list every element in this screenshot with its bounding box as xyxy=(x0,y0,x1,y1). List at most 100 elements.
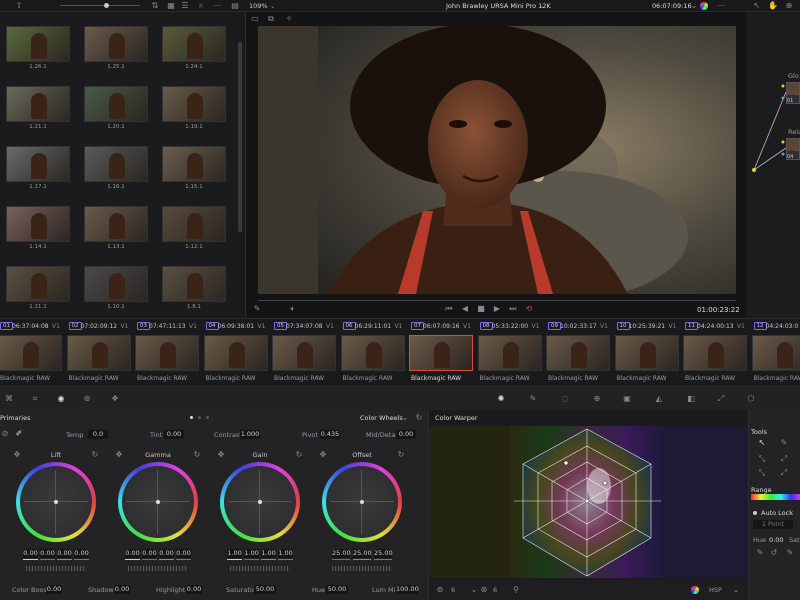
eyedropper-icon[interactable]: ✎ xyxy=(252,304,262,314)
master-wheel-slider[interactable] xyxy=(26,566,86,571)
wheel-value[interactable]: 25.00 xyxy=(374,549,393,558)
mode-dropdown-icon[interactable]: ⌄ xyxy=(731,585,741,595)
chroma-icon[interactable] xyxy=(691,586,699,594)
loop-icon[interactable]: ⟲ xyxy=(524,304,534,314)
wheel-picker-icon[interactable]: ✥ xyxy=(114,450,124,460)
wheel-reset-icon[interactable]: ↻ xyxy=(90,450,100,460)
zoom-dropdown-icon[interactable]: ⌄ xyxy=(270,2,275,10)
page-dot[interactable] xyxy=(206,416,209,419)
color-warper-icon[interactable]: ✺ xyxy=(496,394,506,404)
color-wheels-icon[interactable]: ◉ xyxy=(56,394,66,404)
expand-icon[interactable]: ⤡ xyxy=(757,454,767,464)
wheel-picker-icon[interactable]: ✥ xyxy=(12,450,22,460)
sidebar-toggle-icon[interactable]: ▤ xyxy=(230,1,240,11)
magic-mask-icon[interactable]: ▣ xyxy=(622,394,632,404)
tracker-icon[interactable]: ⊕ xyxy=(592,394,602,404)
wheel-reset-icon[interactable]: ↻ xyxy=(396,450,406,460)
timecode-dropdown-icon[interactable]: ⌄ xyxy=(689,1,699,11)
wheel-value[interactable]: 1.00 xyxy=(244,549,259,558)
stop-icon[interactable]: ■ xyxy=(476,304,486,314)
options-icon[interactable]: ⋯ xyxy=(212,1,222,11)
clip-thumbnail[interactable] xyxy=(683,335,747,371)
color-wheel[interactable] xyxy=(118,462,198,542)
wheel-value[interactable]: 0.00 xyxy=(74,549,89,558)
param-value[interactable]: 0.435 xyxy=(320,430,340,439)
clip-thumbnail[interactable] xyxy=(409,335,473,371)
step-back-icon[interactable]: ◀ xyxy=(460,304,470,314)
color-match-icon[interactable]: ⌗ xyxy=(30,394,40,404)
list-view-icon[interactable]: ☰ xyxy=(180,1,190,11)
wheel-value[interactable]: 0.00 xyxy=(142,549,157,558)
param-value[interactable]: 0.00 xyxy=(164,430,184,439)
mode-dropdown-icon[interactable]: ⌄ xyxy=(400,413,410,423)
gallery-thumbnail[interactable] xyxy=(162,146,226,182)
wheel-reset-icon[interactable]: ↻ xyxy=(294,450,304,460)
key-icon[interactable]: ◧ xyxy=(686,394,696,404)
color-wheels-mode[interactable]: Color Wheels xyxy=(360,414,403,422)
page-dot-active[interactable] xyxy=(190,416,193,419)
video-frame[interactable] xyxy=(258,26,736,294)
wheel-reset-icon[interactable]: ↻ xyxy=(192,450,202,460)
gallery-thumbnail[interactable] xyxy=(6,146,70,182)
camera-raw-icon[interactable]: ⌘ xyxy=(4,394,14,404)
wheel-picker-icon[interactable]: ✥ xyxy=(318,450,328,460)
wheel-picker-icon[interactable]: ✥ xyxy=(216,450,226,460)
gallery-thumbnail[interactable] xyxy=(162,266,226,302)
wheel-value[interactable]: 0.00 xyxy=(40,549,55,558)
contract-icon[interactable]: ⤢ xyxy=(779,468,789,478)
wheel-value[interactable]: 1.00 xyxy=(261,549,276,558)
param-value[interactable]: 0.0 xyxy=(88,430,108,439)
param-value[interactable]: 50.00 xyxy=(254,585,276,594)
clip-thumbnail[interactable] xyxy=(0,335,62,371)
clip-thumbnail[interactable] xyxy=(751,335,800,371)
hue-value[interactable]: 0.00 xyxy=(769,536,783,544)
zoom-icon[interactable]: ⊕ xyxy=(784,1,794,11)
pen-icon[interactable]: ✎ xyxy=(755,548,765,558)
gallery-thumbnail[interactable] xyxy=(84,206,148,242)
wheel-value[interactable]: 0.00 xyxy=(159,549,174,558)
param-value[interactable]: 0.00 xyxy=(186,585,202,594)
grid-b-value[interactable]: 6 xyxy=(493,586,497,594)
compare-icon[interactable]: ⧉ xyxy=(266,14,276,24)
gallery-thumbnail[interactable] xyxy=(6,266,70,302)
gallery-thumbnail[interactable] xyxy=(162,26,226,62)
3d-icon[interactable]: ⬡ xyxy=(746,394,756,404)
window-icon[interactable]: ◌ xyxy=(560,394,570,404)
color-wheel[interactable] xyxy=(322,462,402,542)
clip-thumbnail[interactable] xyxy=(66,335,131,371)
param-value[interactable]: 0.00 xyxy=(396,430,416,439)
clip-thumbnail[interactable] xyxy=(135,335,199,371)
expand-icon[interactable]: ⤡ xyxy=(757,468,767,478)
gallery-thumbnail[interactable] xyxy=(6,26,70,62)
sizing-icon[interactable]: ⤢ xyxy=(716,394,726,404)
pointer-icon[interactable]: ↖ xyxy=(757,438,767,448)
gallery-thumbnail[interactable] xyxy=(6,86,70,122)
audio-icon[interactable]: 🔈︎ xyxy=(288,304,298,314)
thumbnail-size-slider[interactable] xyxy=(60,5,140,6)
viewer-scrubber[interactable] xyxy=(258,300,736,301)
param-value[interactable]: 1.000 xyxy=(240,430,260,439)
auto-lock-toggle[interactable] xyxy=(753,511,757,515)
thumbnail-slider-knob[interactable] xyxy=(104,3,109,8)
color-wheel[interactable] xyxy=(220,462,300,542)
play-icon[interactable]: ▶ xyxy=(492,304,502,314)
clip-thumbnail[interactable] xyxy=(477,335,542,371)
skip-end-icon[interactable]: ⏭︎ xyxy=(508,304,518,314)
master-wheel-slider[interactable] xyxy=(230,566,290,571)
options-icon[interactable]: ⋯ xyxy=(716,1,726,11)
warper-mode[interactable]: HSP xyxy=(709,586,722,594)
grid-icon[interactable]: ⊛ xyxy=(435,585,445,595)
qualifier-icon[interactable]: ✎ xyxy=(528,394,538,404)
master-wheel-slider[interactable] xyxy=(128,566,188,571)
param-value[interactable]: 0.00 xyxy=(114,585,130,594)
gallery-thumbnail[interactable] xyxy=(84,266,148,302)
wheel-value[interactable]: 25.00 xyxy=(353,549,372,558)
wheel-value[interactable]: 0.00 xyxy=(176,549,191,558)
link-icon[interactable]: ⚲ xyxy=(511,585,521,595)
zoom-level[interactable]: 109% xyxy=(249,2,268,10)
sort-icon[interactable]: ⇅ xyxy=(150,1,160,11)
gallery-thumbnail[interactable] xyxy=(84,146,148,182)
color-wheel[interactable] xyxy=(16,462,96,542)
gallery-thumbnail[interactable] xyxy=(6,206,70,242)
contract-icon[interactable]: ⤢ xyxy=(779,454,789,464)
